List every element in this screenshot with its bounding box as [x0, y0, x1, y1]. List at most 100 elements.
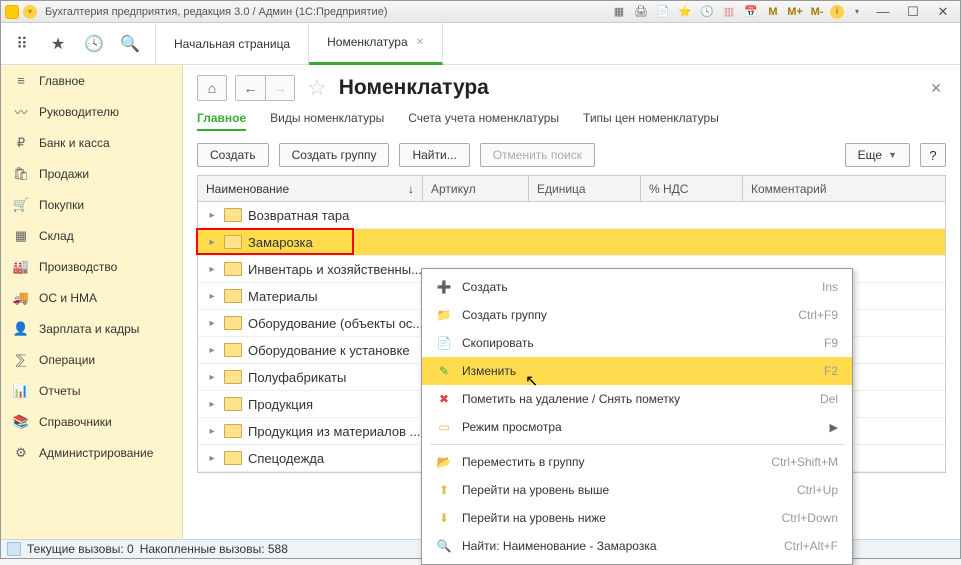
tb-icon[interactable]: 📄 — [654, 4, 672, 20]
menu-item[interactable]: ⬆Перейти на уровень вышеCtrl+Up — [422, 476, 852, 504]
col-article[interactable]: Артикул — [423, 176, 529, 201]
sidebar-label: Банк и касса — [39, 136, 110, 150]
sidebar-item[interactable]: 🏭Производство — [1, 251, 182, 282]
help-button[interactable]: ? — [920, 143, 946, 167]
table-row[interactable]: ▸Возвратная тара — [198, 202, 945, 229]
status-current: Текущие вызовы: 0 — [27, 542, 134, 556]
expand-icon[interactable]: ▸ — [198, 453, 218, 464]
sidebar-item[interactable]: ≡Главное — [1, 65, 182, 96]
star-icon[interactable]: ★ — [43, 29, 73, 59]
sidebar-item[interactable]: 〰Руководителю — [1, 96, 182, 127]
row-name: Замарозка — [248, 235, 313, 250]
folder-icon — [224, 262, 242, 276]
expand-icon[interactable]: ▸ — [198, 264, 218, 275]
subtab-main[interactable]: Главное — [197, 111, 246, 131]
menu-icon: 📄 — [436, 335, 452, 351]
col-name[interactable]: Наименование↓ — [198, 176, 423, 201]
cancel-search-button[interactable]: Отменить поиск — [480, 143, 595, 167]
menu-icon: 🔍 — [436, 538, 452, 554]
tab-nomenclature[interactable]: Номенклатура ✕ — [309, 23, 443, 65]
menu-item[interactable]: ▭Режим просмотра▶ — [422, 413, 852, 441]
create-button[interactable]: Создать — [197, 143, 269, 167]
menu-icon: ⬇ — [436, 510, 452, 526]
tab-home[interactable]: Начальная страница — [155, 23, 309, 65]
sidebar-item[interactable]: 📚Справочники — [1, 406, 182, 437]
expand-icon[interactable]: ▸ — [198, 399, 218, 410]
sidebar-item[interactable]: ⚙Администрирование — [1, 437, 182, 468]
close-button[interactable]: ✕ — [930, 3, 956, 21]
tb-dd[interactable]: ▾ — [848, 4, 866, 20]
sidebar-icon: 🏭 — [13, 259, 29, 275]
folder-icon — [224, 289, 242, 303]
sidebar-item[interactable]: 📊Отчеты — [1, 375, 182, 406]
menu-item[interactable]: ✖Пометить на удаление / Снять пометкуDel — [422, 385, 852, 413]
tb-mminus[interactable]: M- — [808, 4, 826, 20]
app-menu-dropdown[interactable]: ▾ — [23, 5, 37, 19]
tb-icon[interactable]: 🖨 — [632, 4, 650, 20]
menu-item[interactable]: ➕СоздатьIns — [422, 273, 852, 301]
sidebar-item[interactable]: 🚚ОС и НМА — [1, 282, 182, 313]
menu-label: Перейти на уровень ниже — [462, 511, 772, 525]
table-row[interactable]: ▸ Замарозка — [198, 229, 945, 256]
find-button[interactable]: Найти... — [399, 143, 469, 167]
sidebar-label: Операции — [39, 353, 95, 367]
expand-icon[interactable]: ▸ — [198, 318, 218, 329]
tb-icon[interactable]: ⭐ — [676, 4, 694, 20]
expand-icon[interactable]: ▸ — [198, 345, 218, 356]
sidebar-item[interactable]: ▦Склад — [1, 220, 182, 251]
menu-item[interactable]: ⬇Перейти на уровень нижеCtrl+Down — [422, 504, 852, 532]
tb-info-icon[interactable]: i — [830, 5, 844, 19]
col-comment[interactable]: Комментарий — [743, 176, 945, 201]
tab-label: Номенклатура — [327, 35, 408, 49]
sidebar-item[interactable]: ⅀Операции — [1, 344, 182, 375]
panel-close-icon[interactable]: ✕ — [930, 80, 946, 97]
tb-icon[interactable]: 📅 — [742, 4, 760, 20]
forward-button[interactable]: → — [265, 75, 295, 101]
maximize-button[interactable]: ☐ — [900, 3, 926, 21]
close-icon[interactable]: ✕ — [416, 37, 424, 48]
expand-icon[interactable]: ▸ — [198, 291, 218, 302]
tb-icon[interactable]: ▦ — [610, 4, 628, 20]
home-button[interactable]: ⌂ — [197, 75, 227, 101]
app-logo-icon — [5, 5, 19, 19]
history-icon[interactable]: 🕓 — [79, 29, 109, 59]
more-button[interactable]: Еще▼ — [845, 143, 910, 167]
tb-icon[interactable]: 🕓 — [698, 4, 716, 20]
expand-icon[interactable]: ▸ — [198, 372, 218, 383]
menu-shortcut: Del — [820, 392, 838, 406]
menu-item[interactable]: ✎ИзменитьF2 — [422, 357, 852, 385]
menu-shortcut: Ctrl+F9 — [798, 308, 838, 322]
create-group-button[interactable]: Создать группу — [279, 143, 390, 167]
row-name: Оборудование (объекты ос... — [248, 316, 423, 331]
sidebar-icon: 👤 — [13, 321, 29, 337]
search-icon[interactable]: 🔍 — [115, 29, 145, 59]
context-menu: ➕СоздатьIns📁Создать группуCtrl+F9📄Скопир… — [421, 268, 853, 565]
sidebar: ≡Главное〰Руководителю₽Банк и касса🛍Прода… — [1, 65, 183, 541]
minimize-button[interactable]: — — [870, 3, 896, 21]
expand-icon[interactable]: ▸ — [198, 210, 218, 221]
expand-icon[interactable]: ▸ — [198, 237, 218, 248]
subtab-accounts[interactable]: Счета учета номенклатуры — [408, 111, 559, 131]
back-button[interactable]: ← — [235, 75, 265, 101]
sidebar-item[interactable]: 🛒Покупки — [1, 189, 182, 220]
menu-item[interactable]: 🔍Найти: Наименование - ЗамарозкаCtrl+Alt… — [422, 532, 852, 560]
tb-icon[interactable]: ▥ — [720, 4, 738, 20]
col-vat[interactable]: % НДС — [641, 176, 743, 201]
sidebar-label: ОС и НМА — [39, 291, 97, 305]
menu-item[interactable]: 📂Переместить в группуCtrl+Shift+M — [422, 448, 852, 476]
favorite-icon[interactable]: ☆ — [307, 75, 327, 101]
apps-icon[interactable]: ⠿ — [7, 29, 37, 59]
sidebar-label: Склад — [39, 229, 74, 243]
col-unit[interactable]: Единица — [529, 176, 641, 201]
subtab-price-types[interactable]: Типы цен номенклатуры — [583, 111, 719, 131]
expand-icon[interactable]: ▸ — [198, 426, 218, 437]
sidebar-item[interactable]: 👤Зарплата и кадры — [1, 313, 182, 344]
tb-m[interactable]: M — [764, 4, 782, 20]
menu-item[interactable]: 📁Создать группуCtrl+F9 — [422, 301, 852, 329]
subtab-types[interactable]: Виды номенклатуры — [270, 111, 384, 131]
sidebar-item[interactable]: 🛍Продажи — [1, 158, 182, 189]
tb-mplus[interactable]: M+ — [786, 4, 804, 20]
menu-item[interactable]: 📄СкопироватьF9 — [422, 329, 852, 357]
status-accumulated: Накопленные вызовы: 588 — [140, 542, 288, 556]
sidebar-item[interactable]: ₽Банк и касса — [1, 127, 182, 158]
